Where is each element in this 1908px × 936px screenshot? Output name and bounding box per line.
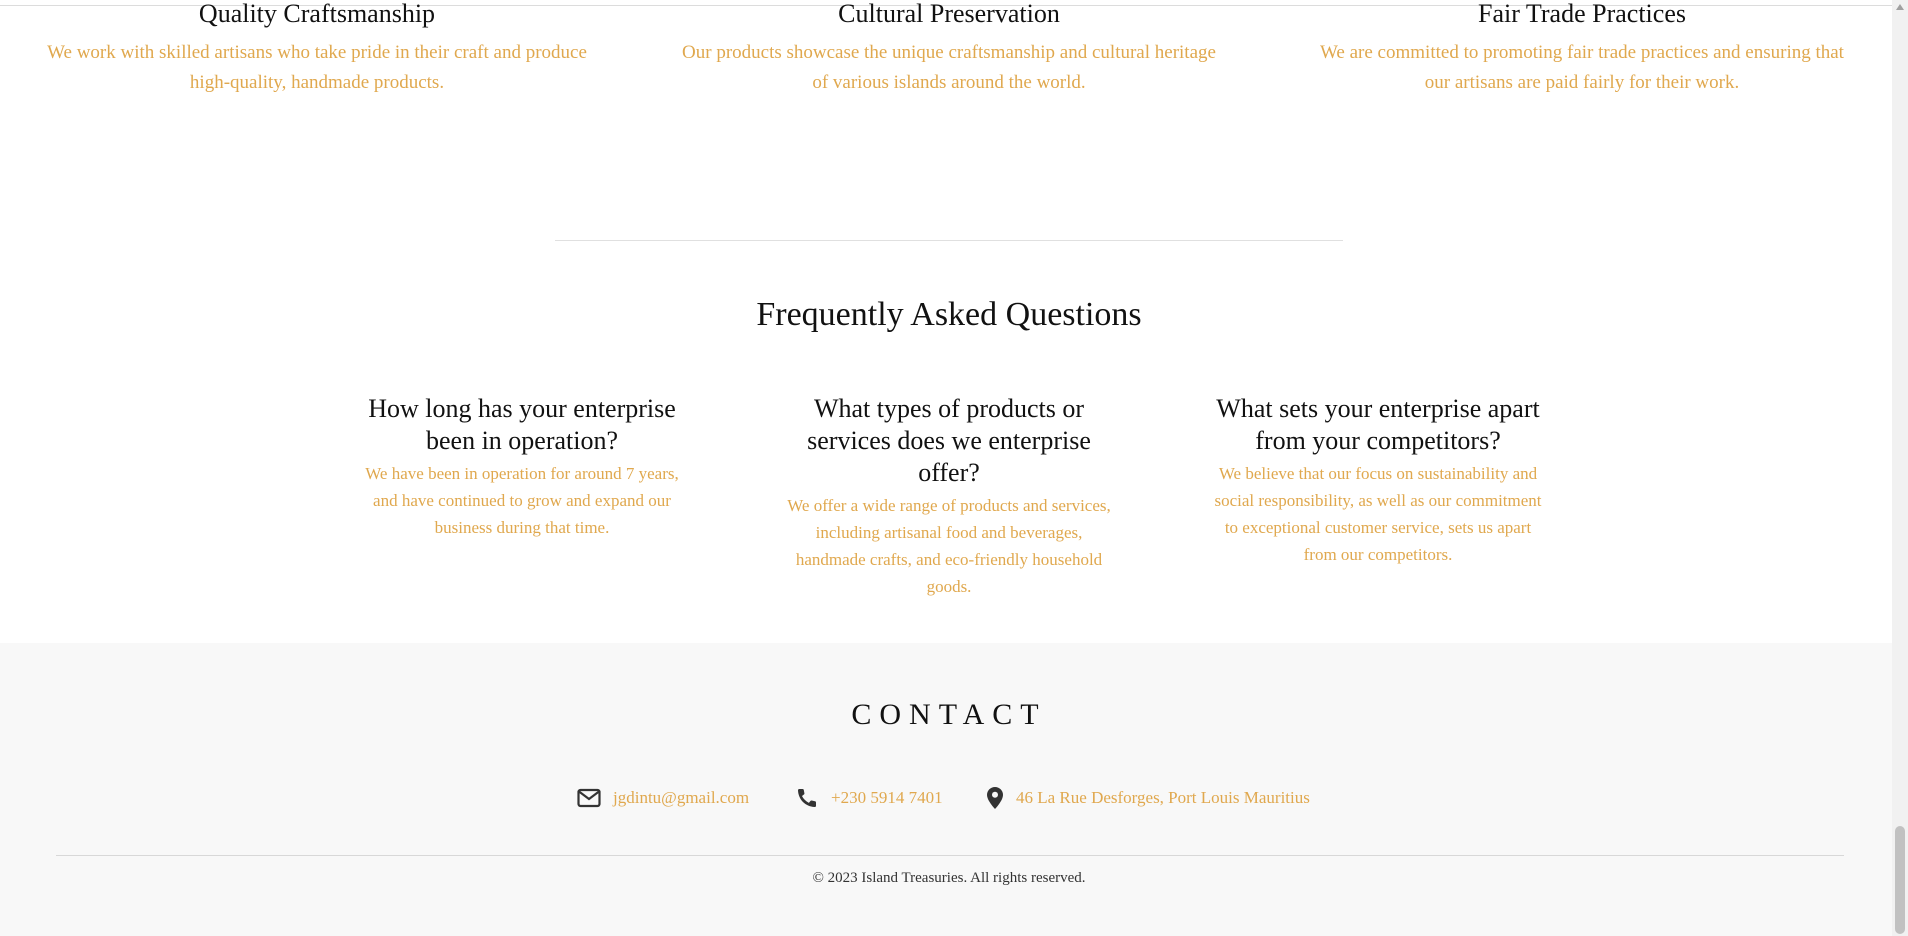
feature-title: Fair Trade Practices — [1478, 0, 1686, 28]
contact-phone: +230 5914 7401 — [831, 788, 943, 807]
faq-answer: We believe that our focus on sustainabil… — [1195, 460, 1561, 568]
faq-question-line: services does we enterprise — [807, 426, 1091, 455]
contact-heading: CONTACT — [851, 698, 1047, 731]
faq-question-line: been in operation? — [425, 426, 619, 455]
scroll-up-arrow-icon[interactable] — [1896, 4, 1904, 10]
feature-text-line: Our products showcase the unique craftsm… — [682, 42, 1216, 63]
feature-title: Quality Craftsmanship — [198, 0, 436, 28]
feature-text-line: We work with skilled artisans who take p… — [47, 42, 587, 63]
vertical-scrollbar[interactable] — [1892, 0, 1908, 936]
faq-answer: We have been in operation for around 7 y… — [342, 460, 702, 541]
feature-title: Cultural Preservation — [838, 0, 1060, 28]
faq-question-line: How long has your enterprise — [368, 394, 676, 423]
phone-icon — [795, 786, 819, 810]
contact-address-link[interactable]: 46 La Rue Desforges, Port Louis Mauritiu… — [986, 782, 1310, 814]
contact-phone-link[interactable]: +230 5914 7401 — [795, 782, 943, 814]
feature-cultural-preservation: Cultural Preservation Our products showc… — [652, 0, 1246, 98]
faq-answer-line: to exceptional customer service, sets us… — [1224, 518, 1532, 537]
faq-item: What types of products or services does … — [769, 393, 1129, 600]
faq-question: What types of products or services does … — [769, 393, 1129, 489]
feature-text: We are committed to promoting fair trade… — [1282, 38, 1882, 98]
contact-section — [0, 643, 1892, 936]
faq-answer-line: social responsibility, as well as our co… — [1214, 491, 1542, 510]
faq-question: How long has your enterprise been in ope… — [342, 393, 702, 457]
map-pin-icon — [986, 786, 1004, 810]
contact-email: jgdintu@gmail.com — [613, 788, 750, 807]
feature-text-line: We are committed to promoting fair trade… — [1320, 42, 1844, 63]
section-divider — [555, 240, 1343, 241]
copyright-text: © 2023 Island Treasuries. All rights res… — [812, 870, 1086, 886]
feature-text: Our products showcase the unique craftsm… — [652, 38, 1246, 98]
faq-answer-line: We believe that our focus on sustainabil… — [1218, 464, 1538, 483]
faq-answer-line: goods. — [926, 577, 972, 596]
feature-text: We work with skilled artisans who take p… — [20, 38, 614, 98]
faq-answer-line: We offer a wide range of products and se… — [787, 496, 1111, 515]
faq-heading: Frequently Asked Questions — [756, 296, 1142, 333]
feature-text-line: our artisans are paid fairly for their w… — [1424, 72, 1740, 93]
faq-question-line: from your competitors? — [1255, 426, 1501, 455]
faq-item: How long has your enterprise been in ope… — [342, 393, 702, 541]
faq-answer: We offer a wide range of products and se… — [769, 492, 1129, 600]
faq-question-line: What sets your enterprise apart — [1216, 394, 1540, 423]
faq-question-line: offer? — [918, 458, 980, 487]
feature-fair-trade: Fair Trade Practices We are committed to… — [1282, 0, 1882, 98]
faq-answer-line: business during that time. — [434, 518, 610, 537]
feature-text-line: high-quality, handmade products. — [189, 72, 445, 93]
faq-question-line: What types of products or — [813, 394, 1085, 423]
faq-answer-line: from our competitors. — [1303, 545, 1453, 564]
faq-answer-line: We have been in operation for around 7 y… — [365, 464, 679, 483]
feature-quality-craftsmanship: Quality Craftsmanship We work with skill… — [20, 0, 614, 98]
faq-answer-line: handmade crafts, and eco-friendly househ… — [795, 550, 1103, 569]
footer-divider — [56, 855, 1844, 856]
faq-answer-line: including artisanal food and beverages, — [815, 523, 1083, 542]
contact-email-link[interactable]: jgdintu@gmail.com — [577, 782, 749, 814]
contact-address: 46 La Rue Desforges, Port Louis Mauritiu… — [1016, 788, 1310, 807]
scrollbar-thumb[interactable] — [1895, 826, 1905, 934]
faq-question: What sets your enterprise apart from you… — [1195, 393, 1561, 457]
faq-answer-line: and have continued to grow and expand ou… — [373, 491, 671, 510]
envelope-icon — [577, 788, 601, 808]
faq-item: What sets your enterprise apart from you… — [1195, 393, 1561, 568]
feature-text-line: of various islands around the world. — [812, 72, 1086, 93]
